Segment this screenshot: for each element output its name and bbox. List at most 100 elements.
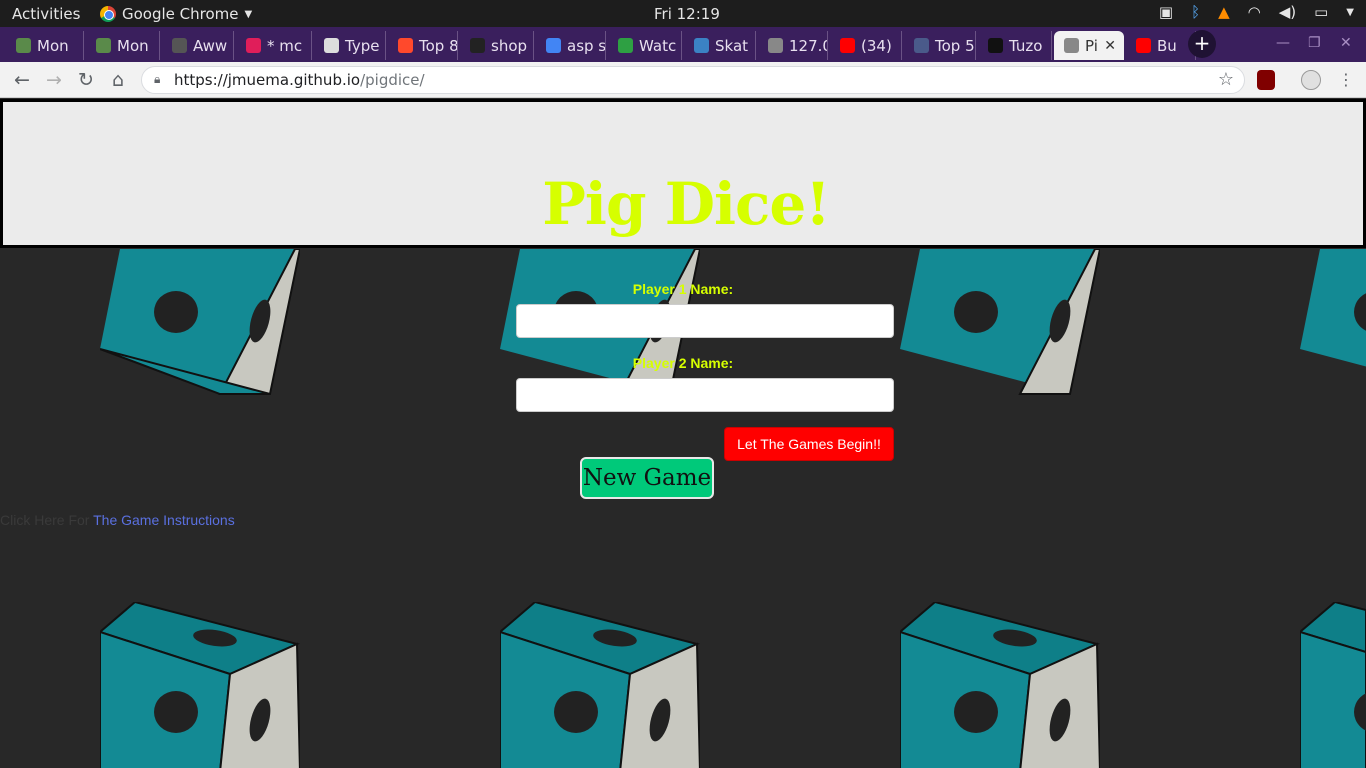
browser-tab[interactable]: Mon [6,31,84,60]
page-title: Pig Dice! [542,170,830,238]
battery-icon[interactable]: ▭ [1314,3,1328,21]
browser-tab[interactable]: * mc [236,31,312,60]
screen-icon[interactable]: ▣ [1159,3,1173,21]
github-icon [470,38,485,53]
tab-label: Mon [37,36,69,55]
app-menu[interactable]: Google Chrome ▼ [100,5,252,23]
youtube-icon [1136,38,1151,53]
w-icon [172,38,187,53]
begin-game-button[interactable]: Let The Games Begin!! [724,427,894,461]
minimize-icon[interactable]: — [1276,35,1290,51]
browser-tab[interactable]: Mon [86,31,160,60]
forward-icon[interactable]: → [42,68,66,92]
bookmark-star-icon[interactable]: ☆ [1218,69,1234,90]
tab-label: asp s [567,36,606,55]
url-host: https://jmuema.github.io [174,71,361,89]
new-game-button[interactable]: New Game [580,457,714,499]
chrome-icon [100,6,116,22]
die-background-icon [1300,249,1366,367]
wifi-icon[interactable]: ◠ [1248,3,1261,21]
clock[interactable]: Fri 12:19 [654,5,720,23]
player1-label: Player 1 Name: [632,281,734,297]
player2-label: Player 2 Name: [632,355,734,371]
volume-icon[interactable]: ◀) [1279,3,1296,21]
instructions-line: Click Here For The Game Instructions [0,512,235,528]
browser-tab[interactable]: Skat [684,31,756,60]
tree-icon [16,38,31,53]
bluetooth-icon[interactable]: ᛒ [1191,3,1200,21]
url-path: /pigdice/ [360,71,425,89]
browser-tab[interactable]: 127.0 [758,31,828,60]
play-icon [618,38,633,53]
browser-tab[interactable]: Aww [162,31,234,60]
browser-tab[interactable]: Top 5 [904,31,976,60]
browser-toolbar: ← → ↻ ⌂ 🔒︎ https://jmuema.github.io/pigd… [0,62,1366,98]
home-icon[interactable]: ⌂ [106,68,130,92]
new-tab-button[interactable]: + [1188,30,1216,58]
page-viewport: Pig Dice! Player 1 Name: Player 2 Name: … [0,99,1366,768]
die-background-icon [100,602,300,768]
tab-label: Skat [715,36,749,55]
browser-tab[interactable]: shop [460,31,534,60]
profile-avatar[interactable] [1301,70,1321,90]
die-background-icon [1300,602,1366,768]
tab-label: (34) [861,36,892,55]
skate-icon [694,38,709,53]
player1-name-input[interactable] [516,304,894,338]
power-menu-icon[interactable]: ▼ [1346,7,1354,18]
tab-label: Mon [117,36,149,55]
app-menu-label: Google Chrome [122,5,239,23]
tab-label: * mc [267,36,303,55]
browser-tab[interactable]: Watc [608,31,682,60]
tab-label: Top 5 [935,36,975,55]
browser-tab[interactable]: (34) [830,31,902,60]
vlc-icon[interactable]: ▲ [1218,3,1230,21]
g2-icon [398,38,413,53]
tab-strip: Mon Mon Aww * mc Type Top 8 shop asp s Watc Skat 1… [0,27,1366,62]
tab-label: 127.0 [789,36,828,55]
tab-label: Watc [639,36,677,55]
browser-tab[interactable]: Top 8 [388,31,458,60]
player2-name-input[interactable] [516,378,894,412]
close-window-icon[interactable]: ✕ [1340,35,1352,51]
ublock-icon[interactable] [1257,70,1275,90]
tab-label: Aww [193,36,228,55]
die-background-icon [500,602,700,768]
browser-tab[interactable]: Bu [1126,31,1196,60]
system-top-bar: Activities Google Chrome ▼ Fri 12:19 ▣ ᛒ… [0,0,1366,27]
back-icon[interactable]: ← [10,68,34,92]
globe-icon [1064,38,1079,53]
terminal-icon [914,38,929,53]
instructions-prefix: Click Here For [0,512,90,528]
die-background-icon [100,249,300,395]
tab-label: Type [345,36,380,55]
lock-icon[interactable]: 🔒︎ [154,72,160,87]
browser-tab[interactable]: Tuzo [978,31,1052,60]
address-bar[interactable]: 🔒︎ https://jmuema.github.io/pigdice/ ☆ [141,66,1245,94]
system-tray[interactable]: ▣ ᛒ ▲ ◠ ◀) ▭ ▼ [1159,3,1354,21]
globe-icon [768,38,783,53]
youtube-icon [840,38,855,53]
chrome-menu-icon[interactable]: ⋮ [1334,68,1358,92]
tab-label: Tuzo [1009,36,1043,55]
google-icon [546,38,561,53]
caret-down-icon: ▼ [244,8,253,20]
page-header: Pig Dice! [0,99,1366,248]
person-icon [988,38,1003,53]
browser-tab[interactable]: Type [314,31,386,60]
tab-label: Bu [1157,36,1177,55]
die-background-icon [900,602,1100,768]
typeform-icon [324,38,339,53]
browser-tab[interactable]: Pi ✕ [1054,31,1124,60]
instructions-link[interactable]: The Game Instructions [93,512,235,528]
die-background-icon [900,249,1100,395]
browser-tab[interactable]: asp s [536,31,606,60]
tree-icon [96,38,111,53]
slack-icon [246,38,261,53]
tab-label: Top 8 [419,36,458,55]
tab-close-icon[interactable]: ✕ [1104,38,1116,54]
tab-label: Pi [1085,36,1098,55]
reload-icon[interactable]: ↻ [74,68,98,92]
maximize-icon[interactable]: ❐ [1308,35,1321,51]
activities-button[interactable]: Activities [12,5,80,23]
